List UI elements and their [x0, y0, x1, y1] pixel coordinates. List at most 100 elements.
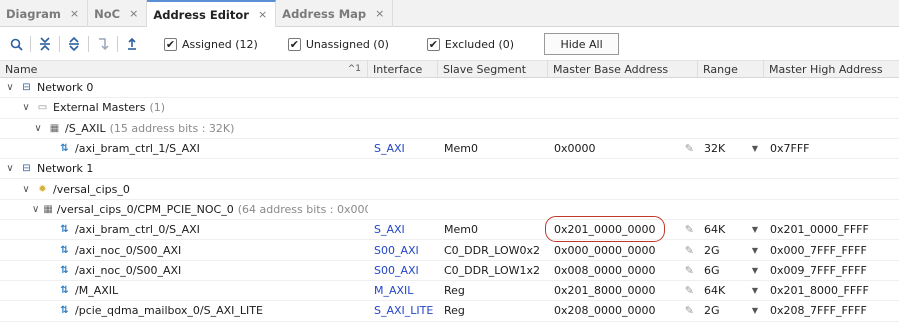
- close-icon[interactable]: ×: [129, 7, 138, 20]
- range-value: 64K: [704, 223, 726, 237]
- editor-tab-bar: Diagram × NoC × Address Editor × Address…: [0, 0, 899, 27]
- pencil-icon[interactable]: ✎: [685, 304, 694, 317]
- table-row[interactable]: ∨ ✹ /versal_cips_0: [0, 179, 899, 200]
- interface-link[interactable]: S00_AXI: [374, 244, 419, 257]
- table-row[interactable]: ∨ ▦ /S_AXIL (15 address bits : 32K): [0, 119, 899, 139]
- tab-label: Diagram: [6, 6, 61, 21]
- address-space-icon: ▦: [43, 203, 53, 215]
- dropdown-arrow-icon[interactable]: ▼: [752, 225, 758, 234]
- address-space-icon: ▦: [49, 122, 60, 134]
- interface-cell[interactable]: S_AXI: [368, 220, 438, 239]
- master-base-address-cell[interactable]: 0x000_0000_0000 ✎: [548, 240, 698, 259]
- range-dropdown[interactable]: 64K ▼: [698, 281, 764, 300]
- expand-chevron-icon[interactable]: ∨: [20, 102, 32, 113]
- range-dropdown[interactable]: 2G ▼: [698, 240, 764, 259]
- interface-link[interactable]: S00_AXI: [374, 264, 419, 277]
- column-header-name[interactable]: Name ^1: [0, 60, 368, 78]
- table-row[interactable]: ∨ ▭ External Masters (1): [0, 98, 899, 119]
- tab-label: Address Editor: [153, 7, 249, 22]
- master-base-address-cell[interactable]: 0x201_8000_0000 ✎: [548, 281, 698, 300]
- close-icon[interactable]: ×: [375, 7, 384, 20]
- master-base-address-value: 0x201_8000_0000: [554, 284, 656, 298]
- row-name: /versal_cips_0/CPM_PCIE_NOC_0: [56, 202, 234, 216]
- network-icon: ⊟: [22, 163, 31, 175]
- master-base-address-cell[interactable]: 0x008_0000_0000 ✎: [548, 261, 698, 280]
- name-cell: ∨ ▦ /S_AXIL (15 address bits : 32K): [0, 119, 368, 138]
- master-base-address-value: 0x008_0000_0000: [554, 263, 656, 277]
- interface-link[interactable]: S_AXI: [374, 142, 405, 155]
- table-row[interactable]: ⇅ /axi_noc_0/S00_AXI S00_AXI C0_DDR_LOW1x2 0…: [0, 261, 899, 281]
- search-icon[interactable]: [6, 34, 26, 54]
- column-header-master-base[interactable]: Master Base Address: [548, 60, 698, 78]
- table-row[interactable]: ⇅ /pcie_qdma_mailbox_0/S_AXI_LITE S_AXI_LI…: [0, 301, 899, 322]
- interface-link[interactable]: S_AXI_LITE: [374, 304, 433, 317]
- master-high-address-cell: 0x201_8000_FFFF: [770, 284, 869, 298]
- column-header-range[interactable]: Range: [698, 60, 764, 78]
- interface-cell[interactable]: S_AXI: [368, 139, 438, 158]
- expand-chevron-icon[interactable]: ∨: [4, 82, 16, 93]
- tab-noc[interactable]: NoC ×: [88, 0, 148, 27]
- dropdown-arrow-icon[interactable]: ▼: [752, 286, 758, 295]
- dropdown-arrow-icon[interactable]: ▼: [752, 266, 758, 275]
- interface-cell[interactable]: S_AXI_LITE: [368, 301, 438, 320]
- checkbox-check-icon: ✔: [426, 37, 440, 51]
- filter-excluded-checkbox[interactable]: ✔ Excluded (0): [426, 37, 514, 51]
- row-name: /axi_bram_ctrl_0/S_AXI: [75, 223, 200, 237]
- close-icon[interactable]: ×: [70, 7, 79, 20]
- dropdown-arrow-icon[interactable]: ▼: [752, 306, 758, 315]
- pencil-icon[interactable]: ✎: [685, 284, 694, 297]
- collapse-all-icon[interactable]: [35, 34, 55, 54]
- dropdown-arrow-icon[interactable]: ▼: [752, 144, 758, 153]
- interface-link[interactable]: M_AXIL: [374, 284, 413, 297]
- table-row[interactable]: ∨ ⊟ Network 0: [0, 78, 899, 99]
- master-base-address-cell[interactable]: 0x208_0000_0000 ✎: [548, 301, 698, 320]
- table-row[interactable]: ⇅ /axi_bram_ctrl_1/S_AXI S_AXI Mem0 0x0000 ✎ 3…: [0, 139, 899, 160]
- expand-chevron-icon[interactable]: ∨: [20, 184, 32, 195]
- range-dropdown[interactable]: 64K ▼: [698, 220, 764, 239]
- master-base-address-value: 0x208_0000_0000: [554, 304, 656, 318]
- interface-cell[interactable]: M_AXIL: [368, 281, 438, 300]
- tab-address-editor[interactable]: Address Editor ×: [147, 0, 277, 27]
- expand-chevron-icon[interactable]: ∨: [32, 123, 44, 134]
- table-row[interactable]: ∨ ⊟ Network 1: [0, 159, 899, 180]
- table-row[interactable]: ⇅ /axi_noc_0/S00_AXI S00_AXI C0_DDR_LOW0x2 0…: [0, 240, 899, 261]
- column-header-slave-segment[interactable]: Slave Segment: [438, 60, 548, 78]
- column-header-interface[interactable]: Interface: [368, 60, 438, 78]
- filter-unassigned-checkbox[interactable]: ✔ Unassigned (0): [287, 37, 389, 51]
- interface-cell[interactable]: S00_AXI: [368, 240, 438, 259]
- table-row[interactable]: ⇅ /M_AXIL M_AXIL Reg 0x201_8000_0000 ✎ 64K ▼ 0x2…: [0, 281, 899, 302]
- table-row[interactable]: ⇅ /axi_bram_ctrl_0/S_AXI S_AXI Mem0 0x201_00…: [0, 220, 899, 241]
- tab-address-map[interactable]: Address Map ×: [276, 0, 394, 27]
- close-icon[interactable]: ×: [258, 8, 267, 21]
- table-row[interactable]: ∨ ▦/versal_cips_0/CPM_PCIE_NOC_0 (64 addre…: [0, 200, 899, 221]
- network-icon: ⊟: [22, 82, 31, 94]
- interface-link[interactable]: S_AXI: [374, 223, 405, 236]
- master-high-address-cell: 0x201_0000_FFFF: [770, 223, 869, 237]
- interface-cell[interactable]: S00_AXI: [368, 261, 438, 280]
- expand-chevron-icon[interactable]: ∨: [32, 204, 39, 215]
- pencil-icon[interactable]: ✎: [685, 142, 694, 155]
- range-value: 32K: [704, 142, 726, 156]
- column-label: Name: [5, 62, 38, 76]
- address-table: Name ^1 Interface Slave Segment Master B…: [0, 60, 899, 322]
- row-name: /M_AXIL: [75, 284, 119, 298]
- upper-level-icon[interactable]: [122, 34, 142, 54]
- pencil-icon[interactable]: ✎: [685, 244, 694, 257]
- column-header-master-high[interactable]: Master High Address: [764, 60, 899, 78]
- master-base-address-cell[interactable]: 0x0000 ✎: [548, 139, 698, 158]
- range-dropdown[interactable]: 32K ▼: [698, 139, 764, 158]
- dropdown-arrow-icon[interactable]: ▼: [752, 246, 758, 255]
- hide-all-button[interactable]: Hide All: [544, 33, 620, 55]
- range-dropdown[interactable]: 6G ▼: [698, 261, 764, 280]
- pencil-icon[interactable]: ✎: [685, 264, 694, 277]
- expand-chevron-icon[interactable]: ∨: [4, 163, 16, 174]
- tab-diagram[interactable]: Diagram ×: [0, 0, 89, 27]
- lower-level-icon[interactable]: [93, 34, 113, 54]
- range-dropdown[interactable]: 2G ▼: [698, 301, 764, 320]
- pencil-icon[interactable]: ✎: [685, 223, 694, 236]
- toolbar-divider: [30, 36, 31, 52]
- filter-assigned-checkbox[interactable]: ✔ Assigned (12): [164, 37, 258, 51]
- expand-all-icon[interactable]: [64, 34, 84, 54]
- row-name: Network 0: [37, 81, 94, 95]
- interface-pin-icon: ⇅: [60, 143, 69, 155]
